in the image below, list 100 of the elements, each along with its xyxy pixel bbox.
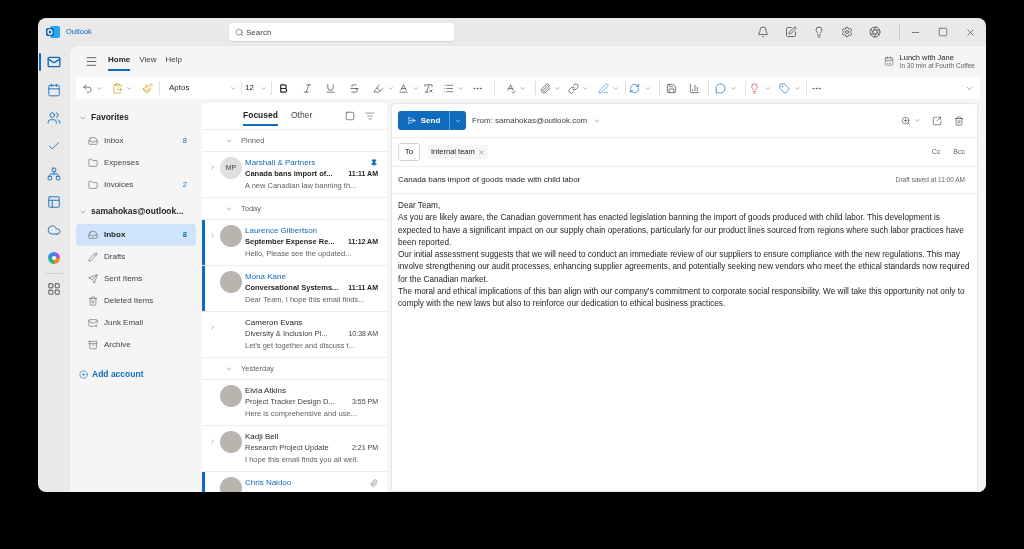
caret-icon[interactable] — [554, 84, 561, 92]
avatar-placeholder — [220, 225, 242, 247]
caret-icon[interactable] — [126, 84, 133, 92]
caret-icon — [260, 84, 267, 92]
pencil-icon — [88, 252, 98, 262]
clear-formatting-icon[interactable] — [423, 82, 434, 94]
clipboard-icon[interactable] — [112, 82, 123, 94]
quartered-ring-icon[interactable] — [47, 251, 61, 265]
caret-icon[interactable] — [582, 84, 589, 92]
trash-icon[interactable] — [954, 115, 964, 126]
caret-icon[interactable] — [730, 84, 737, 92]
calendar-icon[interactable] — [47, 83, 61, 97]
chevron-icon[interactable] — [209, 164, 216, 171]
org-chart-icon[interactable] — [47, 167, 61, 181]
people-icon[interactable] — [47, 111, 61, 125]
message-item[interactable]: Chris Naidoo — [202, 472, 387, 492]
folder-item[interactable]: Junk Email — [76, 312, 196, 334]
caret-icon[interactable] — [794, 84, 801, 92]
send-options-button[interactable] — [449, 111, 466, 130]
menu-icon[interactable] — [85, 54, 98, 68]
caret-icon[interactable] — [764, 84, 771, 92]
cloud-icon[interactable] — [47, 223, 61, 237]
lightbulb-icon[interactable] — [813, 26, 825, 38]
link-icon[interactable] — [568, 82, 579, 94]
checkmark-icon[interactable] — [47, 139, 61, 153]
sender-name: Kadji Bell — [245, 430, 279, 443]
close-icon[interactable] — [965, 26, 976, 38]
pin-icon[interactable] — [370, 158, 378, 167]
add-account-link[interactable]: Add account — [70, 366, 144, 382]
lightbulb-icon[interactable] — [749, 82, 760, 94]
caret-icon[interactable] — [914, 117, 921, 124]
chat-bubble-icon[interactable] — [715, 82, 726, 94]
folder-item[interactable]: Drafts — [76, 246, 196, 268]
italic-icon[interactable] — [302, 82, 313, 94]
settings-icon[interactable] — [841, 26, 853, 38]
mail-icon[interactable] — [47, 55, 61, 69]
font-name-dropdown[interactable]: Aptos — [167, 80, 239, 96]
caret-icon[interactable] — [519, 84, 526, 92]
chevron-icon[interactable] — [209, 438, 216, 445]
subject-field[interactable]: Canada bans import of goods made with child labor — [398, 172, 896, 188]
highlighter-icon[interactable] — [373, 82, 384, 94]
caret-icon[interactable] — [612, 84, 619, 92]
send-button[interactable]: Send — [398, 111, 449, 130]
apps-grid-icon[interactable] — [47, 282, 61, 296]
inbox-tab[interactable]: Other — [290, 106, 313, 126]
panel-layout-icon[interactable] — [47, 195, 61, 209]
checkbox-icon[interactable] — [345, 111, 355, 121]
ribbon-tab[interactable]: Help — [165, 51, 182, 71]
from-dropdown[interactable]: From: samahokas@outlook.com — [472, 112, 602, 129]
maximize-icon[interactable] — [938, 27, 948, 37]
pen-icon[interactable] — [598, 82, 609, 94]
save-icon[interactable] — [666, 82, 677, 94]
caret-icon[interactable] — [412, 84, 419, 92]
inbox-tab[interactable]: Focused — [243, 106, 278, 126]
caret-icon[interactable] — [457, 84, 464, 92]
blocked-mail-icon — [88, 318, 98, 328]
list-icon[interactable] — [443, 82, 454, 94]
zoom-icon[interactable] — [901, 115, 911, 126]
section-header[interactable]: samahokas@outlook... — [70, 199, 202, 224]
search-field[interactable]: Search — [229, 23, 454, 41]
add-icon — [79, 369, 88, 379]
note-pen-icon[interactable] — [785, 26, 797, 38]
inbox-icon — [88, 136, 98, 146]
bar-chart-icon[interactable] — [689, 82, 700, 94]
pop-out-icon[interactable] — [932, 115, 942, 126]
folder-icon — [88, 158, 98, 168]
spellcheck-icon[interactable] — [505, 82, 516, 94]
body-paragraph: Our initial assessment suggests that we will need to conduct an immediate review of our suppliers to ensure compliance with the new regulations. This may involve strengthening our audit processes, enhancing supplier agreements, and potentially seeking new vendors who meet the ethical standards now required for the Canadian market. — [398, 249, 971, 286]
inbox-icon — [88, 230, 98, 240]
remove-icon[interactable] — [477, 148, 485, 156]
circular-arrows-icon[interactable] — [629, 82, 640, 94]
folder-item[interactable]: Archive — [76, 334, 196, 356]
folder-item[interactable]: Deleted Items — [76, 290, 196, 312]
caret-icon[interactable] — [387, 84, 394, 92]
ribbon-tab[interactable]: Home — [108, 51, 131, 71]
strikethrough-icon[interactable] — [349, 82, 360, 94]
paintbrush-icon[interactable] — [142, 82, 153, 94]
underline-icon[interactable] — [325, 82, 336, 94]
folder-item[interactable]: Sent Items — [76, 268, 196, 290]
aperture-icon[interactable] — [869, 26, 881, 38]
undo-icon[interactable] — [82, 82, 93, 94]
filter-icon[interactable] — [365, 111, 375, 121]
caret-icon[interactable] — [96, 84, 103, 92]
folder-item[interactable]: Expenses — [76, 152, 196, 174]
bell-icon[interactable] — [757, 26, 769, 38]
to-button[interactable]: To — [398, 143, 420, 161]
caret-icon — [230, 84, 237, 92]
font-size-dropdown[interactable]: 12 — [243, 80, 269, 96]
caret-icon[interactable] — [644, 84, 651, 92]
body-paragraph: The moral and ethical implications of this ban align with our company's commitment to corporate social responsibility. We will take this opportunity not only to comply with the new laws but also to reinforce our dedication to ethical business practices. — [398, 286, 966, 311]
font-color-icon[interactable] — [398, 82, 409, 94]
search-icon — [235, 27, 244, 37]
chevron-icon[interactable] — [209, 324, 216, 331]
bold-icon[interactable] — [278, 82, 289, 94]
ribbon-tab[interactable]: View — [139, 51, 157, 71]
paperclip-icon[interactable] — [540, 82, 551, 94]
tag-icon[interactable] — [779, 82, 790, 94]
chevron-icon[interactable] — [209, 232, 216, 239]
folder-icon — [88, 180, 98, 190]
section-header[interactable]: Favorites — [70, 105, 202, 130]
